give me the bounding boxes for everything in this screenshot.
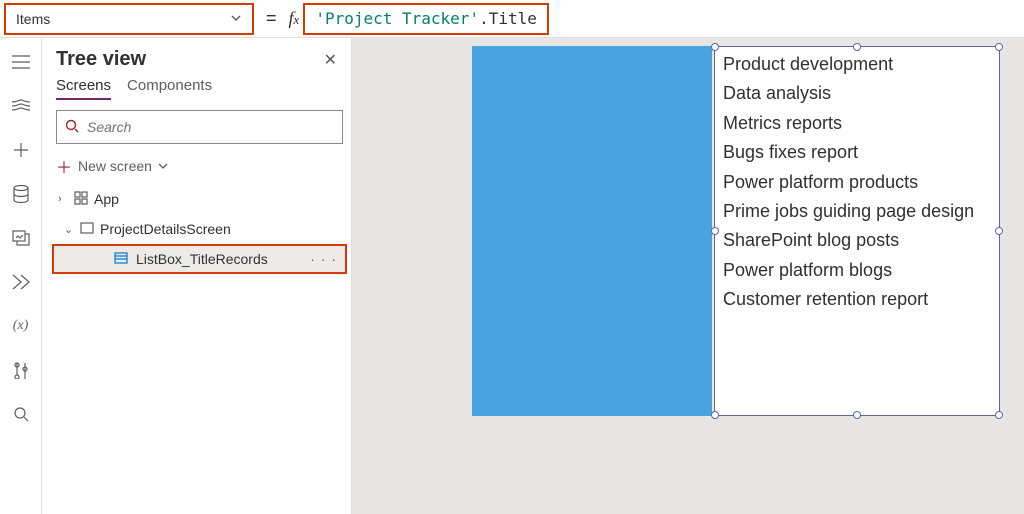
equals-label: = (254, 8, 289, 29)
tree-tabs: Screens Components (56, 77, 343, 100)
tree-title: Tree view (56, 48, 146, 71)
list-item[interactable]: Customer retention report (723, 288, 991, 311)
resize-handle[interactable] (711, 227, 719, 235)
variables-icon[interactable]: (x) (11, 316, 31, 336)
resize-handle[interactable] (711, 43, 719, 51)
screen-icon (80, 221, 94, 237)
tree-node-app[interactable]: › App (56, 184, 343, 214)
plus-icon: ＋ (56, 154, 72, 178)
canvas[interactable]: Product development Data analysis Metric… (352, 38, 1024, 514)
tree-search[interactable] (56, 110, 343, 144)
data-icon[interactable] (11, 184, 31, 204)
insert-icon[interactable] (11, 140, 31, 160)
formula-input[interactable]: 'Project Tracker'.Title (303, 3, 549, 35)
tree-list: › App ⌄ ProjectDetailsScreen ListBox_Tit… (56, 184, 343, 274)
property-selected-value: Items (16, 11, 50, 27)
close-icon[interactable]: ✕ (324, 50, 337, 70)
formula-bar-empty[interactable] (549, 0, 1024, 38)
list-item[interactable]: Bugs fixes report (723, 141, 991, 164)
app-icon (74, 191, 88, 208)
new-screen-button[interactable]: ＋ New screen (56, 154, 343, 178)
hamburger-icon[interactable] (11, 52, 31, 72)
power-automate-icon[interactable] (11, 272, 31, 292)
resize-handle[interactable] (995, 411, 1003, 419)
tree-panel: Tree view ✕ Screens Components ＋ New scr… (42, 38, 352, 514)
new-screen-label: New screen (78, 158, 152, 174)
media-icon[interactable] (11, 228, 31, 248)
chevron-down-icon (158, 158, 168, 174)
expand-icon[interactable]: › (58, 193, 68, 205)
fx-icon[interactable]: fx (289, 8, 304, 29)
property-selector[interactable]: Items (4, 3, 254, 35)
resize-handle[interactable] (853, 411, 861, 419)
main-area: (x) Tree view ✕ Screens Components ＋ New… (0, 38, 1024, 514)
tab-components[interactable]: Components (127, 77, 212, 100)
tree-node-label: ProjectDetailsScreen (100, 221, 231, 237)
search-icon (65, 119, 79, 136)
list-item[interactable]: Prime jobs guiding page design (723, 200, 991, 223)
chevron-down-icon (230, 11, 242, 27)
tree-node-label: App (94, 191, 119, 207)
screen-background (472, 46, 712, 416)
resize-handle[interactable] (995, 227, 1003, 235)
list-item[interactable]: Data analysis (723, 82, 991, 105)
tree-search-input[interactable] (87, 119, 334, 135)
collapse-icon[interactable]: ⌄ (64, 223, 74, 236)
tree-node-listbox[interactable]: ListBox_TitleRecords · · · (52, 244, 347, 274)
listbox-items: Product development Data analysis Metric… (715, 47, 999, 318)
tools-icon[interactable] (11, 360, 31, 380)
resize-handle[interactable] (711, 411, 719, 419)
tree-view-icon[interactable] (11, 96, 31, 116)
tab-screens[interactable]: Screens (56, 77, 111, 100)
formula-token-member: .Title (479, 9, 537, 28)
more-icon[interactable]: · · · (310, 251, 337, 267)
formula-token-source: 'Project Tracker' (315, 9, 479, 28)
resize-handle[interactable] (995, 43, 1003, 51)
resize-handle[interactable] (853, 43, 861, 51)
left-rail: (x) (0, 38, 42, 514)
listbox-icon (114, 251, 128, 267)
list-item[interactable]: Power platform blogs (723, 259, 991, 282)
formula-bar: Items = fx 'Project Tracker'.Title (0, 0, 1024, 38)
list-item[interactable]: SharePoint blog posts (723, 229, 991, 252)
tree-node-label: ListBox_TitleRecords (136, 251, 268, 267)
search-icon[interactable] (11, 404, 31, 424)
listbox-control[interactable]: Product development Data analysis Metric… (714, 46, 1000, 416)
tree-node-screen[interactable]: ⌄ ProjectDetailsScreen (56, 214, 343, 244)
list-item[interactable]: Metrics reports (723, 112, 991, 135)
list-item[interactable]: Product development (723, 53, 991, 76)
list-item[interactable]: Power platform products (723, 171, 991, 194)
